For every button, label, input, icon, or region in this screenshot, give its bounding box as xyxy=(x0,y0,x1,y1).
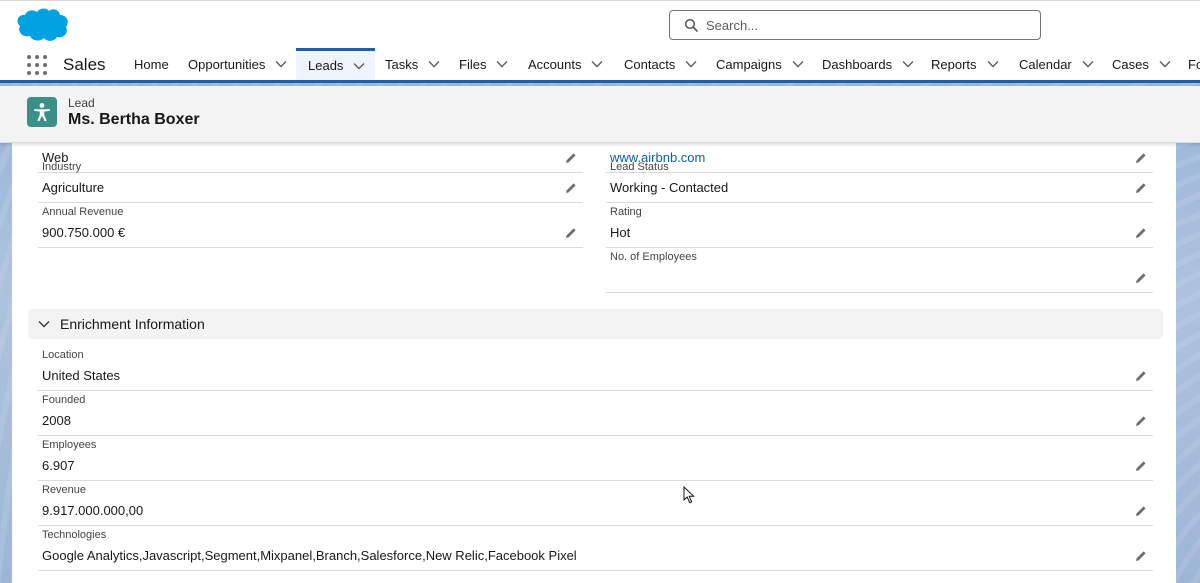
chevron-down-icon[interactable] xyxy=(496,60,508,68)
nav-item-accounts[interactable]: Accounts xyxy=(528,48,603,80)
field-employees: Employees 6.907 xyxy=(38,436,1153,481)
nav-item-home[interactable]: Home xyxy=(134,48,169,80)
edit-pencil-icon[interactable] xyxy=(1135,370,1147,382)
nav-item-label: Dashboards xyxy=(822,56,893,72)
nav-item-label: Accounts xyxy=(528,56,582,72)
field-value: Google Analytics,Javascript,Segment,Mixp… xyxy=(42,548,577,563)
chevron-down-icon[interactable] xyxy=(275,60,287,68)
person-icon xyxy=(34,103,50,122)
lead-icon xyxy=(27,97,57,127)
field-lead-status: Lead Status Working - Contacted xyxy=(606,158,1153,203)
app-name: Sales xyxy=(63,55,106,74)
field-label: Revenue xyxy=(42,484,87,496)
nav-item-label: Campaigns xyxy=(716,56,782,72)
salesforce-logo-icon[interactable] xyxy=(14,6,70,44)
field-label: Employees xyxy=(42,439,97,451)
field-value: 9.917.000.000,00 xyxy=(42,503,144,518)
chevron-down-icon[interactable] xyxy=(792,60,804,68)
edit-pencil-icon[interactable] xyxy=(1135,227,1147,239)
nav-item-leads[interactable]: Leads xyxy=(296,48,375,80)
field-label: No. of Employees xyxy=(610,251,697,263)
nav-item-contacts[interactable]: Contacts xyxy=(624,48,697,80)
nav-item-label: Tasks xyxy=(385,56,419,72)
nav-item-label: Fo xyxy=(1188,56,1200,72)
nav-item-campaigns[interactable]: Campaigns xyxy=(716,48,804,80)
field-value: 2008 xyxy=(42,413,71,428)
field-founded: Founded 2008 xyxy=(38,391,1153,436)
edit-pencil-icon[interactable] xyxy=(565,227,577,239)
record-header: Lead Ms. Bertha Boxer xyxy=(0,86,1200,143)
global-header xyxy=(0,0,1200,48)
field-label: Industry xyxy=(42,161,82,173)
chevron-down-icon[interactable] xyxy=(591,60,603,68)
nav-item-label: Opportunities xyxy=(188,56,266,72)
nav-item-label: Reports xyxy=(931,56,977,72)
chevron-down-icon[interactable] xyxy=(685,60,697,68)
mouse-cursor-icon xyxy=(683,486,695,504)
field-value: Agriculture xyxy=(42,180,105,195)
app-launcher-icon[interactable] xyxy=(27,55,47,75)
chevron-down-icon[interactable] xyxy=(353,62,365,70)
nav-item-label: Leads xyxy=(308,58,344,73)
search-icon xyxy=(684,18,698,32)
edit-pencil-icon[interactable] xyxy=(1135,550,1147,562)
field-rating: Rating Hot xyxy=(606,203,1153,248)
chevron-down-icon[interactable] xyxy=(1082,60,1094,68)
edit-pencil-icon[interactable] xyxy=(565,182,577,194)
field-value: United States xyxy=(42,368,121,383)
edit-pencil-icon[interactable] xyxy=(1135,460,1147,472)
nav-item-label: Files xyxy=(459,56,487,72)
edit-pencil-icon[interactable] xyxy=(1135,415,1147,427)
field-label: Rating xyxy=(610,206,642,218)
field-value: Hot xyxy=(610,225,631,240)
field-label: Founded xyxy=(42,394,86,406)
field-revenue: Revenue 9.917.000.000,00 xyxy=(38,481,1153,526)
field-no-of-employees: No. of Employees xyxy=(606,248,1153,293)
field-label: Location xyxy=(42,349,84,361)
app-nav-bar: Sales Home Opportunities Leads Tasks Fil… xyxy=(0,48,1200,83)
field-value: 900.750.000 € xyxy=(42,225,126,240)
nav-item-truncated[interactable]: Fo xyxy=(1188,48,1200,80)
nav-item-label: Cases xyxy=(1112,56,1149,72)
field-industry: Industry Agriculture xyxy=(38,158,583,203)
nav-item-label: Calendar xyxy=(1019,56,1072,72)
record-object-label: Lead xyxy=(68,96,95,110)
chevron-down-icon[interactable] xyxy=(987,60,999,68)
edit-pencil-icon[interactable] xyxy=(1135,272,1147,284)
search-input[interactable] xyxy=(706,17,1026,33)
nav-item-calendar[interactable]: Calendar xyxy=(1019,48,1094,80)
field-label: Technologies xyxy=(42,529,107,541)
field-value: Working - Contacted xyxy=(610,180,729,195)
nav-item-tasks[interactable]: Tasks xyxy=(385,48,440,80)
field-annual-revenue: Annual Revenue 900.750.000 € xyxy=(38,203,583,248)
chevron-down-icon[interactable] xyxy=(38,320,50,328)
chevron-down-icon[interactable] xyxy=(902,60,914,68)
field-location: Location United States xyxy=(38,346,1153,391)
record-detail-card: Web Industry Agriculture Annual Revenue … xyxy=(12,143,1176,583)
edit-pencil-icon[interactable] xyxy=(1135,182,1147,194)
record-title: Ms. Bertha Boxer xyxy=(68,111,200,128)
nav-item-files[interactable]: Files xyxy=(459,48,508,80)
nav-item-reports[interactable]: Reports xyxy=(931,48,999,80)
nav-item-cases[interactable]: Cases xyxy=(1112,48,1171,80)
field-technologies: Technologies Google Analytics,Javascript… xyxy=(38,526,1153,571)
field-value: 6.907 xyxy=(42,458,75,473)
section-header-enrichment[interactable]: Enrichment Information xyxy=(28,309,1163,339)
edit-pencil-icon[interactable] xyxy=(1135,505,1147,517)
chevron-down-icon[interactable] xyxy=(1159,60,1171,68)
field-label: Annual Revenue xyxy=(42,206,124,218)
global-search[interactable] xyxy=(669,10,1041,40)
field-label: Lead Status xyxy=(610,161,669,173)
nav-item-label: Home xyxy=(134,56,169,72)
nav-item-dashboards[interactable]: Dashboards xyxy=(822,48,914,80)
section-title: Enrichment Information xyxy=(60,316,205,332)
nav-item-opportunities[interactable]: Opportunities xyxy=(188,48,287,80)
chevron-down-icon[interactable] xyxy=(428,60,440,68)
nav-item-label: Contacts xyxy=(624,56,676,72)
